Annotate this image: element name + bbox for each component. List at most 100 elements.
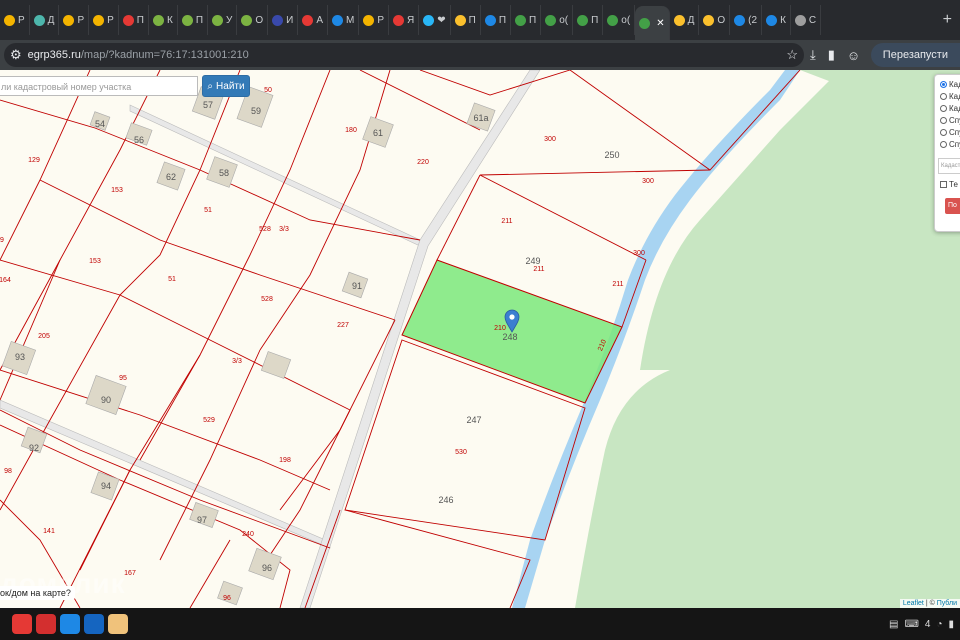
radio-button[interactable] bbox=[940, 140, 947, 148]
tab-label: П bbox=[529, 14, 537, 26]
download-icon[interactable]: ⤓ bbox=[810, 47, 816, 63]
house-number: 97 bbox=[197, 515, 207, 525]
browser-tab[interactable]: П bbox=[573, 5, 604, 35]
house-number: 94 bbox=[101, 481, 111, 491]
tab-label: А bbox=[316, 14, 323, 26]
panel-option-label: Кад bbox=[949, 103, 960, 113]
plot-label: 98 bbox=[4, 468, 12, 475]
browser-tab[interactable]: ❤ bbox=[419, 5, 451, 35]
block-number: 248 bbox=[502, 332, 517, 342]
radio-button[interactable] bbox=[940, 80, 947, 88]
green-area-upper bbox=[640, 70, 960, 370]
house-number: 90 bbox=[101, 395, 111, 405]
radio-button[interactable] bbox=[940, 116, 947, 124]
panel-option[interactable]: Спу bbox=[935, 114, 960, 126]
browser-tab[interactable]: М bbox=[328, 5, 360, 35]
browser-tab[interactable]: О bbox=[699, 5, 731, 35]
block-number: 246 bbox=[438, 495, 453, 505]
side-panel-icon[interactable]: ▮ bbox=[828, 47, 835, 63]
browser-tab[interactable]: П bbox=[481, 5, 512, 35]
browser-tab[interactable]: Д bbox=[670, 5, 700, 35]
panel-cadastral-input[interactable]: Кадаст bbox=[938, 158, 960, 174]
browser-tab[interactable]: К bbox=[149, 5, 178, 35]
clipboard-icon: ▤ bbox=[888, 618, 899, 630]
plot-label: 3/3 bbox=[279, 226, 289, 233]
docs-app-icon[interactable] bbox=[84, 614, 104, 634]
profile-avatar-icon[interactable]: ☺ bbox=[847, 48, 860, 63]
tab-label: Р bbox=[377, 14, 385, 26]
system-tray[interactable]: ▤ ⌨ 4 ◔ ▮ bbox=[889, 619, 960, 630]
chrome-app-icon[interactable] bbox=[12, 614, 32, 634]
browser-tab[interactable]: Р bbox=[0, 5, 30, 35]
panel-option[interactable]: Спу bbox=[935, 138, 960, 150]
tab-favicon-icon bbox=[673, 14, 685, 26]
browser-tab[interactable]: Р bbox=[359, 5, 390, 35]
map-view[interactable]: 50 129 153 180 220 300 300 51 528 3/3 211 211 211 300… bbox=[0, 70, 960, 608]
browser-tab[interactable]: П bbox=[119, 5, 149, 35]
camera-app-icon[interactable] bbox=[60, 614, 80, 634]
address-bar[interactable]: ⚙ egrp365.ru/map/?kadnum=76:17:131001:21… bbox=[4, 43, 804, 67]
relaunch-button[interactable]: Перезапусти bbox=[870, 43, 960, 67]
browser-tab[interactable]: И bbox=[268, 5, 299, 35]
search-button[interactable]: ⌕ Найти bbox=[202, 75, 250, 97]
bookmark-star-icon[interactable]: ☆ bbox=[786, 47, 798, 63]
plot-label: 227 bbox=[337, 322, 349, 329]
browser-tab[interactable]: о( bbox=[603, 5, 636, 35]
help-bubble[interactable]: ок/дом на карте? bbox=[0, 586, 75, 600]
tab-label: ❤ bbox=[437, 14, 446, 26]
panel-option[interactable]: Кад bbox=[935, 102, 960, 114]
tab-favicon-icon bbox=[703, 14, 715, 26]
plot-label: 528 bbox=[261, 296, 273, 303]
browser-tab[interactable]: Я bbox=[389, 5, 420, 35]
notification-count: 4 bbox=[924, 618, 931, 630]
block-number: 249 bbox=[525, 256, 540, 266]
browser-tab[interactable]: Р bbox=[89, 5, 119, 35]
plot-label: 220 bbox=[417, 159, 429, 166]
tab-label: П bbox=[195, 14, 203, 26]
leaflet-link[interactable]: Leaflet bbox=[903, 600, 924, 607]
browser-tab[interactable]: Д bbox=[30, 5, 60, 35]
tab-label: К bbox=[780, 14, 786, 26]
plot-label: 211 bbox=[612, 281, 623, 288]
tab-favicon-icon bbox=[794, 14, 806, 26]
browser-tab[interactable]: А bbox=[298, 5, 328, 35]
tab-label: Д bbox=[47, 14, 55, 26]
browser-tab[interactable]: П bbox=[178, 5, 208, 35]
browser-tab[interactable]: У bbox=[208, 5, 238, 35]
browser-tab[interactable]: С bbox=[791, 5, 822, 35]
gallery-app-icon[interactable] bbox=[36, 614, 56, 634]
panel-checkbox[interactable] bbox=[940, 180, 947, 188]
new-tab-button[interactable]: + bbox=[935, 11, 960, 29]
tab-favicon-icon bbox=[639, 17, 651, 29]
panel-show-button[interactable]: По bbox=[945, 198, 960, 214]
radio-button[interactable] bbox=[940, 104, 947, 112]
attribution-source-link[interactable]: Публи bbox=[937, 600, 957, 607]
plot-label: 300 bbox=[642, 178, 654, 185]
radio-button[interactable] bbox=[940, 92, 947, 100]
map-canvas[interactable]: 50 129 153 180 220 300 300 51 528 3/3 211 211 211 300… bbox=[0, 70, 960, 608]
panel-option[interactable]: Кад bbox=[935, 78, 960, 90]
plot-label: 50 bbox=[264, 87, 272, 94]
cadastral-search-input[interactable]: ли кадастровый номер участка bbox=[0, 76, 198, 96]
site-settings-icon[interactable]: ⚙ bbox=[10, 47, 22, 63]
browser-tab[interactable]: ✕ bbox=[635, 6, 670, 40]
plot-label: 129 bbox=[28, 157, 40, 164]
browser-tab[interactable]: П bbox=[451, 5, 481, 35]
browser-tab[interactable]: К bbox=[762, 5, 791, 35]
tab-favicon-icon bbox=[181, 14, 193, 26]
browser-tab[interactable]: (2 bbox=[730, 5, 763, 35]
browser-tab[interactable]: Р bbox=[59, 5, 90, 35]
browser-tab[interactable]: о( bbox=[541, 5, 574, 35]
battery-icon: ▮ bbox=[948, 618, 954, 630]
close-tab-icon[interactable]: ✕ bbox=[656, 18, 664, 29]
files-app-icon[interactable] bbox=[108, 614, 128, 634]
panel-option[interactable]: Кад bbox=[935, 90, 960, 102]
panel-option[interactable]: Спу bbox=[935, 126, 960, 138]
radio-button[interactable] bbox=[940, 128, 947, 136]
browser-tab[interactable]: О bbox=[237, 5, 269, 35]
plot-label: 153 bbox=[89, 258, 101, 265]
browser-tab[interactable]: П bbox=[511, 5, 542, 35]
tab-label: (2 bbox=[748, 14, 758, 26]
road-lower bbox=[0, 399, 331, 549]
browser-tab-strip: Р Д Р Р П К П У О И А М Р Я ❤ П П По(По(✕ Д О (2 К С + bbox=[0, 0, 960, 40]
